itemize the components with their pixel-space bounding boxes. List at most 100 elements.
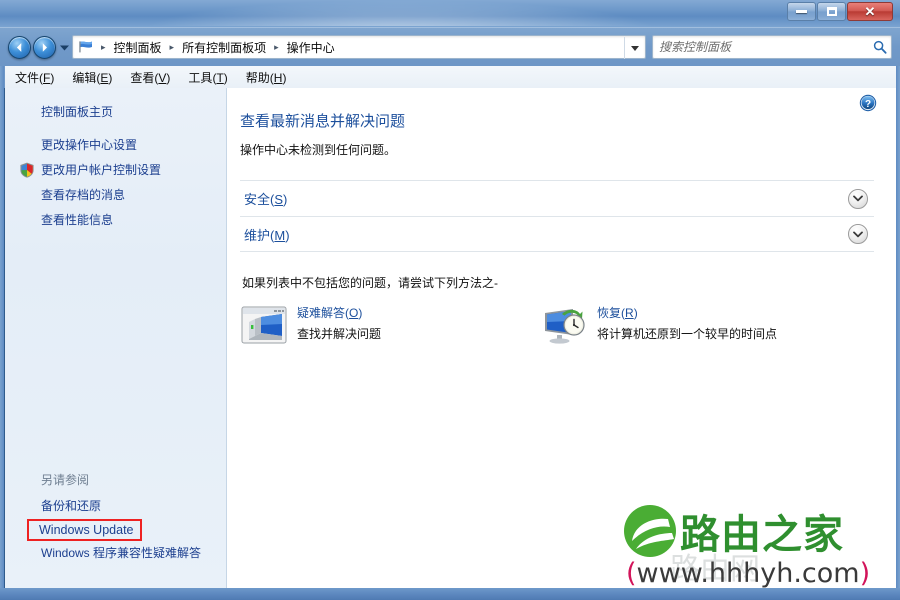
breadcrumb-item-0[interactable]: 控制面板 (111, 39, 165, 56)
menu-help[interactable]: 帮助(H) (246, 69, 287, 86)
sidebar-item-change-action-center-settings[interactable]: 更改操作中心设置 (5, 133, 227, 158)
title-bar-glow (140, 0, 660, 26)
breadcrumb-separator: ▸ (274, 41, 279, 52)
sidebar-item-view-archived-messages[interactable]: 查看存档的消息 (5, 183, 227, 208)
menu-file-accel: F (43, 70, 51, 85)
back-button[interactable] (8, 36, 31, 59)
minimize-button[interactable] (787, 2, 816, 21)
sidebar-item-label: 查看存档的消息 (41, 188, 126, 202)
try-following-text: 如果列表中不包括您的问题，请尝试下列方法之- (242, 276, 498, 290)
action-tiles: 疑难解答(O) 查找并解决问题 恢复(R) 将计算机还原到一个较早的时间点 (227, 291, 887, 347)
forward-button[interactable] (33, 36, 56, 59)
window-controls: ✕ (787, 2, 894, 21)
windows-update-highlight-wrapper: Windows Update (27, 519, 142, 541)
sidebar-top-links: 控制面板主页 更改操作中心设置 更改用户帐户控制设置 查看存档的消息 查看性能信… (5, 88, 227, 233)
menu-bar: 文件(F) 编辑(E) 查看(V) 工具(T) 帮助(H) (4, 66, 896, 88)
content-frame: 控制面板主页 更改操作中心设置 更改用户帐户控制设置 查看存档的消息 查看性能信… (4, 88, 896, 588)
menu-edit-label: 编辑 (72, 70, 97, 85)
menu-tools-accel: T (216, 70, 224, 85)
search-box[interactable] (652, 35, 892, 59)
sidebar-item-label: 控制面板主页 (41, 105, 114, 119)
recent-pages-button[interactable] (58, 42, 70, 54)
tile-recovery[interactable]: 恢复(R) 将计算机还原到一个较早的时间点 (541, 305, 777, 347)
sidebar-item-control-panel-home[interactable]: 控制面板主页 (5, 100, 227, 133)
section-maintenance-label: 维护(M) (244, 227, 290, 243)
address-toolbar: ▸ 控制面板 ▸ 所有控制面板项 ▸ 操作中心 (0, 28, 900, 66)
tile-troubleshoot-title[interactable]: 疑难解答(O) (297, 305, 381, 321)
forward-arrow-icon (42, 43, 47, 52)
tile-recovery-desc: 将计算机还原到一个较早的时间点 (597, 327, 778, 341)
close-button[interactable]: ✕ (847, 2, 893, 21)
tile-recovery-title[interactable]: 恢复(R) (597, 305, 777, 321)
section-security[interactable]: 安全(S) (240, 180, 874, 216)
breadcrumb-separator: ▸ (169, 41, 175, 52)
menu-file[interactable]: 文件(F) (15, 69, 54, 86)
menu-view-accel: V (158, 70, 167, 85)
see-also-section: 另请参阅 备份和还原 Windows Update Windows 程序兼容性疑… (5, 469, 227, 566)
section-accel: S (274, 192, 284, 207)
main-panel: ? 查看最新消息并解决问题 操作中心未检测到任何问题。 安全(S) 维护(M) (227, 88, 887, 588)
page-subtext: 操作中心未检测到任何问题。 (240, 143, 397, 157)
sidebar-item-label: Windows 程序兼容性疑难解答 (41, 546, 202, 560)
collapsible-sections: 安全(S) 维护(M) (240, 180, 874, 252)
page-title[interactable]: 查看最新消息并解决问题 (227, 88, 887, 131)
sidebar-item-windows-update[interactable]: Windows Update (27, 519, 142, 541)
section-security-label: 安全(S) (244, 192, 288, 207)
tile-troubleshoot[interactable]: 疑难解答(O) 查找并解决问题 (241, 305, 541, 347)
uac-shield-icon (19, 162, 35, 178)
menu-tools-label: 工具 (188, 70, 213, 85)
sidebar-item-label: 更改用户帐户控制设置 (41, 163, 162, 177)
troubleshoot-monitor-icon (241, 305, 287, 347)
menu-help-accel: H (273, 70, 283, 85)
maximize-button[interactable] (817, 2, 846, 21)
recovery-clock-icon (541, 305, 587, 347)
tile-accel: R (625, 306, 634, 320)
section-label-text: 安全 (244, 192, 271, 207)
maximize-icon (826, 7, 837, 16)
see-also-title: 另请参阅 (41, 473, 90, 487)
section-label-text: 维护 (244, 227, 271, 243)
menu-edit-accel: E (100, 70, 109, 85)
close-icon: ✕ (864, 4, 876, 19)
window-right-edge (896, 28, 900, 588)
menu-file-label: 文件 (15, 70, 40, 85)
menu-help-label: 帮助 (245, 70, 270, 85)
tile-title-text: 恢复 (597, 306, 622, 320)
sidebar: 控制面板主页 更改操作中心设置 更改用户帐户控制设置 查看存档的消息 查看性能信… (5, 88, 227, 588)
breadcrumb-separator: ▸ (101, 41, 106, 52)
title-bar: ✕ (0, 0, 900, 28)
sidebar-item-label: Windows Update (39, 523, 134, 537)
breadcrumb-item-2[interactable]: 操作中心 (284, 39, 338, 56)
sidebar-item-change-uac-settings[interactable]: 更改用户帐户控制设置 (5, 158, 227, 183)
tile-accel: O (349, 306, 359, 320)
chevron-down-icon[interactable] (848, 224, 868, 244)
sidebar-item-label: 查看性能信息 (41, 213, 114, 227)
sidebar-item-view-performance-info[interactable]: 查看性能信息 (5, 208, 227, 233)
search-icon[interactable] (869, 40, 891, 54)
window-frame: ✕ ▸ 控制面板 ▸ 所有控制面板项 ▸ 操作中心 搜索控制面板 文件(F) 编… (0, 0, 900, 600)
window-bottom-edge (0, 588, 900, 600)
tile-troubleshoot-desc: 查找并解决问题 (297, 327, 382, 341)
help-icon[interactable]: ? (859, 94, 877, 112)
menu-edit[interactable]: 编辑(E) (72, 69, 112, 86)
menu-view-label: 查看 (130, 70, 155, 85)
menu-view[interactable]: 查看(V) (130, 69, 170, 86)
svg-text:?: ? (865, 99, 871, 110)
address-bar[interactable]: ▸ 控制面板 ▸ 所有控制面板项 ▸ 操作中心 (72, 35, 646, 59)
section-maintenance[interactable]: 维护(M) (240, 216, 874, 252)
minimize-icon (796, 10, 807, 13)
search-input[interactable] (659, 37, 869, 57)
section-accel: M (274, 227, 286, 243)
chevron-down-icon (59, 45, 69, 51)
sidebar-item-label: 更改操作中心设置 (41, 138, 138, 152)
chevron-down-icon[interactable] (848, 188, 868, 209)
back-arrow-icon (17, 43, 22, 52)
menu-tools[interactable]: 工具(T) (188, 69, 227, 86)
sidebar-item-label: 备份和还原 (41, 499, 102, 513)
sidebar-item-program-compatibility-troubleshooter[interactable]: Windows 程序兼容性疑难解答 (5, 541, 227, 566)
breadcrumb-item-1[interactable]: 所有控制面板项 (179, 39, 269, 56)
address-dropdown-button[interactable] (624, 37, 644, 59)
chevron-down-icon (630, 45, 639, 51)
sidebar-item-backup-and-restore[interactable]: 备份和还原 (5, 494, 227, 519)
tile-title-text: 疑难解答 (297, 306, 346, 320)
